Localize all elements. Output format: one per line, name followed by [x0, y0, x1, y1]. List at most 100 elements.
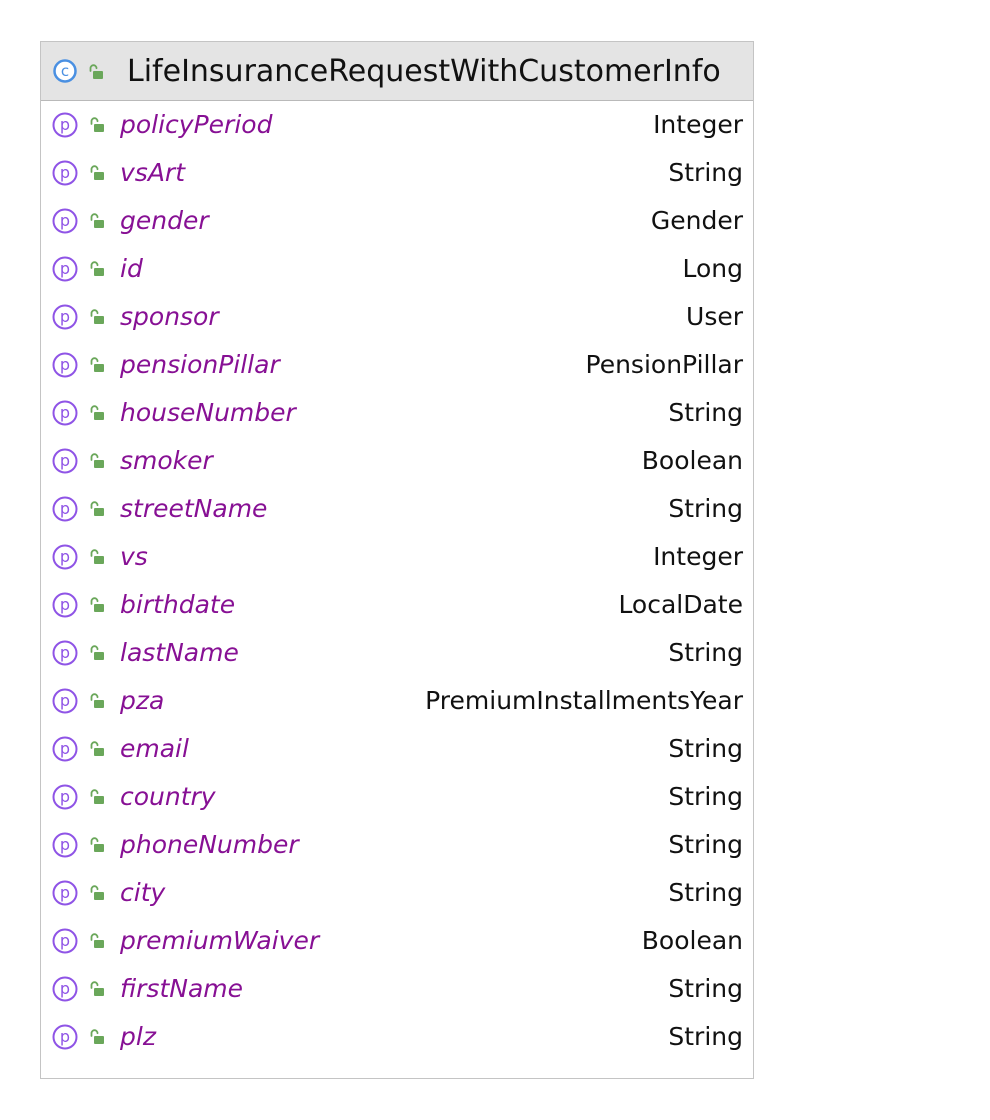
public-unlocked-lock-icon [90, 405, 104, 420]
field-row[interactable]: p gender Gender [41, 197, 753, 245]
field-row[interactable]: p pza PremiumInstallmentsYear [41, 677, 753, 725]
field-name: city [120, 878, 166, 907]
field-type: String [668, 734, 743, 763]
field-type: String [668, 494, 743, 523]
svg-text:p: p [60, 835, 70, 854]
field-type: Long [682, 254, 744, 283]
field-name: phoneNumber [120, 830, 299, 859]
field-name: firstName [120, 974, 244, 1003]
field-name: vs [120, 542, 148, 571]
field-name: birthdate [120, 590, 236, 619]
field-row[interactable]: p city String [41, 869, 753, 917]
field-row[interactable]: p premiumWaiver Boolean [41, 917, 753, 965]
field-row[interactable]: p phoneNumber String [41, 821, 753, 869]
field-name: gender [120, 206, 209, 235]
field-type: LocalDate [618, 590, 743, 619]
property-p-icon: p [52, 400, 78, 426]
svg-text:c: c [61, 62, 69, 80]
svg-text:p: p [60, 451, 70, 470]
public-unlocked-lock-icon [90, 789, 104, 804]
svg-text:p: p [60, 499, 70, 518]
field-type: String [668, 830, 743, 859]
field-row[interactable]: p email String [41, 725, 753, 773]
property-p-icon: p [52, 832, 78, 858]
property-p-icon: p [52, 880, 78, 906]
property-p-icon: p [52, 976, 78, 1002]
field-row[interactable]: p birthdate LocalDate [41, 581, 753, 629]
property-p-icon: p [52, 592, 78, 618]
field-type: Integer [653, 542, 743, 571]
svg-text:p: p [60, 547, 70, 566]
field-name: pza [120, 686, 165, 715]
field-name: policyPeriod [120, 110, 273, 139]
property-p-icon: p [52, 496, 78, 522]
field-row[interactable]: p vsArt String [41, 149, 753, 197]
field-row[interactable]: p sponsor User [41, 293, 753, 341]
field-type: String [668, 782, 743, 811]
field-row[interactable]: p policyPeriod Integer [41, 101, 753, 149]
property-p-icon: p [52, 688, 78, 714]
field-type: Boolean [641, 446, 743, 475]
property-p-icon: p [52, 112, 78, 138]
field-type: String [668, 878, 743, 907]
public-unlocked-lock-icon [90, 933, 104, 948]
field-type: Integer [653, 110, 743, 139]
property-p-icon: p [52, 352, 78, 378]
public-unlocked-lock-icon [90, 261, 104, 276]
field-row[interactable]: p smoker Boolean [41, 437, 753, 485]
property-p-icon: p [52, 160, 78, 186]
property-p-icon: p [52, 736, 78, 762]
field-type: PensionPillar [585, 350, 743, 379]
property-p-icon: p [52, 544, 78, 570]
field-type: String [668, 158, 743, 187]
field-name: country [120, 782, 216, 811]
field-row[interactable]: p country String [41, 773, 753, 821]
field-row[interactable]: p id Long [41, 245, 753, 293]
svg-text:p: p [60, 643, 70, 662]
svg-text:p: p [60, 595, 70, 614]
class-header[interactable]: c LifeInsuranceRequestWithCustomerInfo [41, 42, 753, 101]
public-unlocked-lock-icon [90, 549, 104, 564]
field-row[interactable]: p plz String [41, 1013, 753, 1061]
public-unlocked-lock-icon [90, 213, 104, 228]
property-p-icon: p [52, 208, 78, 234]
public-unlocked-lock-icon [90, 981, 104, 996]
public-unlocked-lock-icon [90, 1029, 104, 1044]
svg-text:p: p [60, 355, 70, 374]
svg-text:p: p [60, 979, 70, 998]
property-p-icon: p [52, 304, 78, 330]
public-unlocked-lock-icon [90, 693, 104, 708]
field-name: houseNumber [120, 398, 296, 427]
field-type: PremiumInstallmentsYear [425, 686, 743, 715]
field-row[interactable]: p houseNumber String [41, 389, 753, 437]
field-type: String [668, 974, 743, 1003]
class-c-icon: c [53, 59, 77, 83]
svg-text:p: p [60, 931, 70, 950]
svg-text:p: p [60, 739, 70, 758]
uml-class-box[interactable]: c LifeInsuranceRequestWithCustomerInfo p… [40, 41, 754, 1079]
field-name: premiumWaiver [120, 926, 320, 955]
field-name: pensionPillar [120, 350, 280, 379]
public-unlocked-lock-icon [90, 357, 104, 372]
field-row[interactable]: p streetName String [41, 485, 753, 533]
svg-text:p: p [60, 691, 70, 710]
svg-text:p: p [60, 211, 70, 230]
field-row[interactable]: p lastName String [41, 629, 753, 677]
field-row[interactable]: p firstName String [41, 965, 753, 1013]
field-name: id [120, 254, 143, 283]
svg-text:p: p [60, 787, 70, 806]
field-type: String [668, 1022, 743, 1051]
svg-text:p: p [60, 1027, 70, 1046]
field-name: lastName [120, 638, 239, 667]
field-row[interactable]: p pensionPillar PensionPillar [41, 341, 753, 389]
property-p-icon: p [52, 1024, 78, 1050]
property-p-icon: p [52, 256, 78, 282]
field-row[interactable]: p vs Integer [41, 533, 753, 581]
field-name: sponsor [120, 302, 219, 331]
class-title: LifeInsuranceRequestWithCustomerInfo [127, 54, 721, 89]
public-unlocked-lock-icon [90, 837, 104, 852]
public-unlocked-lock-icon [90, 597, 104, 612]
public-unlocked-lock-icon [90, 165, 104, 180]
svg-text:p: p [60, 403, 70, 422]
svg-text:p: p [60, 883, 70, 902]
